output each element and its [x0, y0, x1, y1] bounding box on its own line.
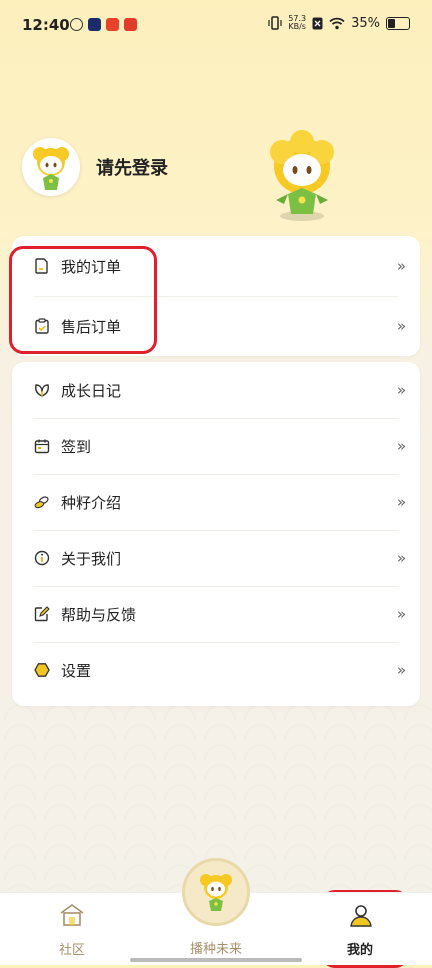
- menu-item-label: 帮助与反馈: [61, 605, 137, 624]
- menu-item-help-feedback[interactable]: 帮助与反馈 »: [12, 586, 420, 642]
- menu-item-label: 种籽介绍: [61, 493, 122, 512]
- menu-item-settings[interactable]: 设置 »: [12, 642, 420, 698]
- chevron-right-icon: »: [396, 381, 406, 399]
- menu-item-seed-intro[interactable]: 种籽介绍 »: [12, 474, 420, 530]
- status-app-icons: [70, 18, 137, 31]
- login-prompt[interactable]: 请先登录: [96, 154, 168, 180]
- profile-header[interactable]: 请先登录: [22, 138, 168, 196]
- menu-item-label: 我的订单: [61, 257, 122, 276]
- home-indicator[interactable]: [130, 958, 302, 962]
- mascot-illustration: [270, 130, 334, 221]
- menu-item-after-sales-orders[interactable]: 售后订单 »: [12, 296, 420, 356]
- chevron-right-icon: »: [396, 257, 406, 275]
- document-icon: [34, 258, 50, 274]
- menu-item-label: 成长日记: [61, 381, 122, 400]
- house-icon: [60, 904, 84, 926]
- battery-icon: [386, 16, 410, 30]
- chevron-right-icon: »: [396, 549, 406, 567]
- status-right: 57.3 KB/s 35%: [268, 15, 410, 31]
- clipboard-icon: [34, 318, 50, 334]
- menu-item-about-us[interactable]: 关于我们 »: [12, 530, 420, 586]
- menu-item-growth-diary[interactable]: 成长日记 »: [12, 362, 420, 418]
- wifi-icon: [329, 17, 345, 29]
- chevron-right-icon: »: [396, 661, 406, 679]
- tab-label: 社区: [58, 943, 85, 958]
- menu-item-label: 关于我们: [61, 549, 122, 568]
- sim-disabled-icon: [312, 17, 323, 29]
- app-notification-icon: [70, 18, 83, 31]
- app-notification-icon: [124, 18, 137, 31]
- calendar-icon: [34, 438, 50, 454]
- seed-icon: [34, 494, 50, 510]
- hexagon-settings-icon: [34, 662, 50, 678]
- tab-community[interactable]: 社区: [22, 893, 122, 965]
- app-notification-icon: [88, 18, 101, 31]
- status-bar: 12:40 57.3 KB/s 35%: [0, 0, 432, 52]
- chevron-right-icon: »: [396, 317, 406, 335]
- menu-item-check-in[interactable]: 签到 »: [12, 418, 420, 474]
- net-speed: 57.3 KB/s: [288, 15, 306, 31]
- main-menu-card: 成长日记 » 签到 » 种籽介绍 » 关于我们 » 帮助与反馈 » 设置 »: [12, 362, 420, 706]
- orders-card: 我的订单 » 售后订单 »: [12, 236, 420, 356]
- menu-item-label: 签到: [61, 437, 92, 456]
- tab-label: 我的: [346, 943, 373, 958]
- status-time: 12:40: [22, 16, 70, 34]
- app-notification-icon: [106, 18, 119, 31]
- mascot-avatar-icon: [33, 147, 69, 190]
- menu-item-my-orders[interactable]: 我的订单 »: [12, 236, 420, 296]
- user-icon: [350, 905, 372, 927]
- chevron-right-icon: »: [396, 437, 406, 455]
- menu-item-label: 设置: [61, 661, 92, 680]
- chevron-right-icon: »: [396, 493, 406, 511]
- tab-mine[interactable]: 我的: [310, 893, 410, 965]
- avatar[interactable]: [22, 138, 80, 196]
- chevron-right-icon: »: [396, 605, 406, 623]
- info-icon: [34, 550, 50, 566]
- tab-plant-future[interactable]: [182, 858, 250, 926]
- mascot-tab-icon: [200, 874, 232, 911]
- edit-icon: [34, 606, 50, 622]
- net-speed-unit: KB/s: [288, 22, 306, 31]
- battery-percent: 35%: [351, 15, 380, 31]
- leaf-icon: [34, 382, 50, 398]
- menu-item-label: 售后订单: [61, 317, 122, 336]
- tab-label[interactable]: 播种未来: [166, 938, 266, 957]
- vibrate-icon: [268, 16, 282, 30]
